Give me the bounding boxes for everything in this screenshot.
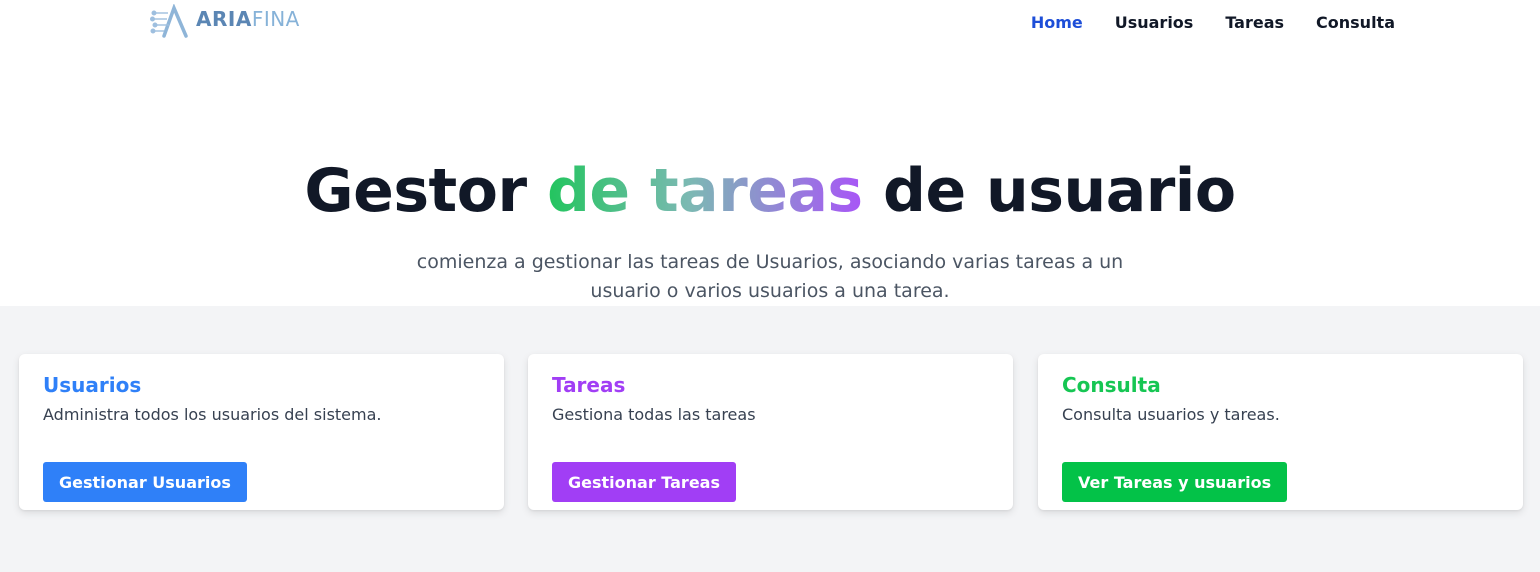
card-description-consulta: Consulta usuarios y tareas. (1062, 405, 1280, 424)
card-consulta: Consulta Consulta usuarios y tareas. Ver… (1038, 354, 1523, 510)
logo-text-fina: FINA (251, 7, 300, 31)
site-header: ARIAFINA Home Usuarios Tareas Consulta (0, 0, 1540, 50)
hero-title-start: Gestor (304, 156, 547, 226)
hero-title-highlight: de tareas (546, 156, 863, 226)
gestionar-usuarios-button[interactable]: Gestionar Usuarios (43, 462, 247, 502)
card-title-consulta: Consulta (1062, 373, 1161, 397)
card-description-usuarios: Administra todos los usuarios del sistem… (43, 405, 382, 424)
hero-title-end: de usuario (862, 156, 1236, 226)
hero-subtitle: comienza a gestionar las tareas de Usuar… (416, 251, 1124, 302)
logo-text-aria: ARIA (196, 7, 252, 31)
gestionar-tareas-button[interactable]: Gestionar Tareas (552, 462, 736, 502)
card-title-tareas: Tareas (552, 373, 626, 397)
nav-home[interactable]: Home (1031, 12, 1083, 34)
card-tareas: Tareas Gestiona todas las tareas Gestion… (528, 354, 1013, 510)
card-description-tareas: Gestiona todas las tareas (552, 405, 756, 424)
nav-tareas[interactable]: Tareas (1225, 12, 1284, 34)
cards-section: Usuarios Administra todos los usuarios d… (0, 306, 1540, 572)
logo[interactable]: ARIAFINA (150, 4, 300, 40)
ver-tareas-usuarios-button[interactable]: Ver Tareas y usuarios (1062, 462, 1288, 502)
hero-title: Gestor de tareas de usuario (0, 154, 1540, 228)
card-usuarios: Usuarios Administra todos los usuarios d… (19, 354, 504, 510)
hero-section: Gestor de tareas de usuario comienza a g… (0, 50, 1540, 306)
logo-text: ARIAFINA (196, 9, 300, 29)
nav-usuarios[interactable]: Usuarios (1115, 12, 1194, 34)
card-title-usuarios: Usuarios (43, 373, 142, 397)
nav-consulta[interactable]: Consulta (1316, 12, 1395, 34)
logo-icon (150, 4, 192, 40)
main-nav: Home Usuarios Tareas Consulta (1031, 12, 1395, 34)
